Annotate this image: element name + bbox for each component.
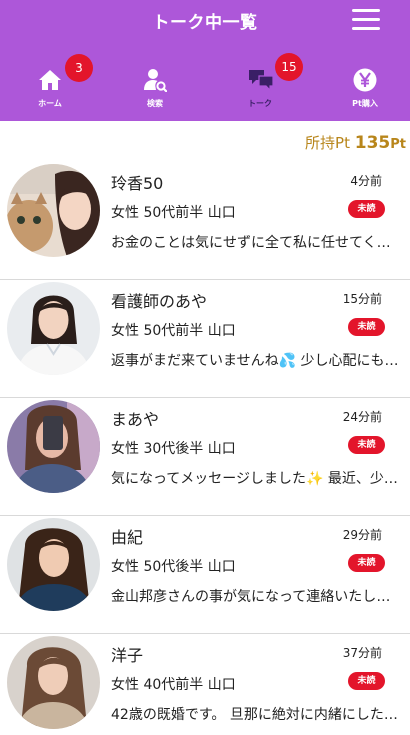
contact-name: 玲香50	[111, 174, 164, 193]
contact-profile: 女性 30代後半 山口	[111, 441, 236, 457]
nav-pt-purchase[interactable]: Pt購入	[325, 58, 405, 114]
yen-coin-icon	[353, 68, 377, 92]
menu-bar	[352, 27, 380, 30]
chat-bubbles-icon	[249, 70, 274, 92]
unread-badge: 未読	[348, 672, 385, 690]
hamburger-menu-button[interactable]	[352, 8, 380, 30]
contact-profile: 女性 40代前半 山口	[111, 677, 236, 693]
avatar	[7, 636, 100, 729]
nav-search-label: 検索	[147, 99, 163, 108]
nav-talk-label: トーク	[248, 99, 272, 108]
user-search-icon	[144, 69, 167, 92]
contact-name: 洋子	[111, 646, 144, 665]
unread-badge: 未読	[348, 436, 385, 454]
points-label: 所持Pt	[305, 134, 350, 152]
nav-talk[interactable]: トーク 15	[220, 53, 303, 114]
nav-talk-badge: 15	[275, 53, 303, 81]
conversation-row[interactable]: まあや 24分前 女性 30代後半 山口 未読 気になってメッセージしました✨ …	[0, 398, 410, 516]
contact-profile: 女性 50代前半 山口	[111, 205, 236, 221]
nav-search[interactable]: 検索	[115, 58, 195, 114]
avatar	[7, 282, 100, 375]
app: トーク中一覧 ホーム 3 検索 トーク 15 Pt購入 所持Pt 135Pt 玲…	[0, 0, 410, 735]
message-preview: 42歳の既婚です。 旦那に絶対に内緒にしたいので	[111, 707, 401, 723]
contact-name: まあや	[111, 410, 160, 429]
contact-profile: 女性 50代後半 山口	[111, 559, 236, 575]
points-value: 135	[354, 133, 391, 153]
conversation-row[interactable]: 由紀 29分前 女性 50代後半 山口 未読 金山邦彦さんの事が気になって連絡い…	[0, 516, 410, 634]
avatar	[7, 400, 100, 493]
message-preview: 気になってメッセージしました✨ 最近、少しだけ	[111, 471, 401, 487]
home-icon	[39, 70, 61, 90]
page-title: トーク中一覧	[152, 13, 258, 33]
conversation-row[interactable]: 洋子 37分前 女性 40代前半 山口 未読 42歳の既婚です。 旦那に絶対に内…	[0, 634, 410, 735]
message-preview: お金のことは気にせずに全て私に任せてください	[111, 235, 401, 251]
contact-name: 由紀	[111, 528, 144, 547]
nav-pt-purchase-label: Pt購入	[352, 99, 378, 108]
unread-badge: 未読	[348, 318, 385, 336]
nav-home[interactable]: ホーム 3	[10, 54, 93, 114]
menu-bar	[352, 18, 380, 21]
conversation-list: 玲香50 4分前 女性 50代前半 山口 未読 お金のことは気にせずに全て私に任…	[0, 162, 410, 735]
message-time: 29分前	[342, 528, 382, 542]
contact-profile: 女性 50代前半 山口	[111, 323, 236, 339]
message-preview: 金山邦彦さんの事が気になって連絡いたしました	[111, 589, 401, 605]
contact-name: 看護師のあや	[111, 292, 208, 311]
menu-bar	[352, 9, 380, 12]
nav-home-badge: 3	[65, 54, 93, 82]
message-time: 37分前	[342, 646, 382, 660]
avatar	[7, 518, 100, 611]
message-time: 24分前	[342, 410, 382, 424]
points-unit: Pt	[390, 137, 406, 152]
nav-home-label: ホーム	[38, 99, 62, 108]
points-balance: 所持Pt 135Pt	[305, 132, 406, 153]
unread-badge: 未読	[348, 200, 385, 218]
conversation-row[interactable]: 玲香50 4分前 女性 50代前半 山口 未読 お金のことは気にせずに全て私に任…	[0, 162, 410, 280]
header: トーク中一覧 ホーム 3 検索 トーク 15 Pt購入	[0, 0, 410, 121]
message-preview: 返事がまだ来ていませんね💦 少し心配にもなりました	[111, 353, 401, 369]
message-time: 4分前	[350, 174, 382, 188]
unread-badge: 未読	[348, 554, 385, 572]
avatar	[7, 164, 100, 257]
conversation-row[interactable]: 看護師のあや 15分前 女性 50代前半 山口 未読 返事がまだ来ていませんね💦…	[0, 280, 410, 398]
message-time: 15分前	[342, 292, 382, 306]
